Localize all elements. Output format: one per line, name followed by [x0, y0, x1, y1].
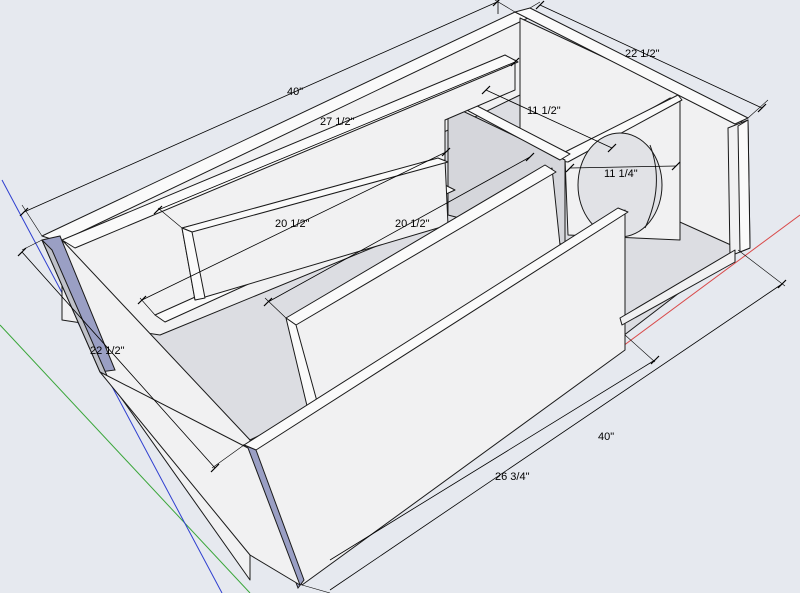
- dim-top-length-label: 40": [287, 86, 303, 98]
- dim-baffle-left-label: 20 1/2": [275, 218, 310, 230]
- dim-side-depth-label: 22 1/2": [90, 345, 125, 357]
- dim-front-length-label: 26 3/4": [495, 471, 530, 483]
- dim-port-width-label: 11 1/4": [604, 168, 638, 180]
- sketchup-viewport[interactable]: 40" 22 1/2" 27 1/2" 11 1/2" 11 1/4" 20 1…: [0, 0, 800, 593]
- subwoofer-box-model[interactable]: 40" 22 1/2" 27 1/2" 11 1/2" 11 1/4" 20 1…: [0, 0, 800, 593]
- dim-bottom-length-label: 40": [598, 431, 614, 443]
- dim-top-depth-label: 22 1/2": [625, 48, 660, 60]
- dim-chamber-width-label: 11 1/2": [527, 105, 561, 117]
- dim-baffle-right-label: 20 1/2": [395, 218, 430, 230]
- right-end-outer-edge: [737, 119, 751, 253]
- dim-divider-long-label: 27 1/2": [320, 116, 355, 128]
